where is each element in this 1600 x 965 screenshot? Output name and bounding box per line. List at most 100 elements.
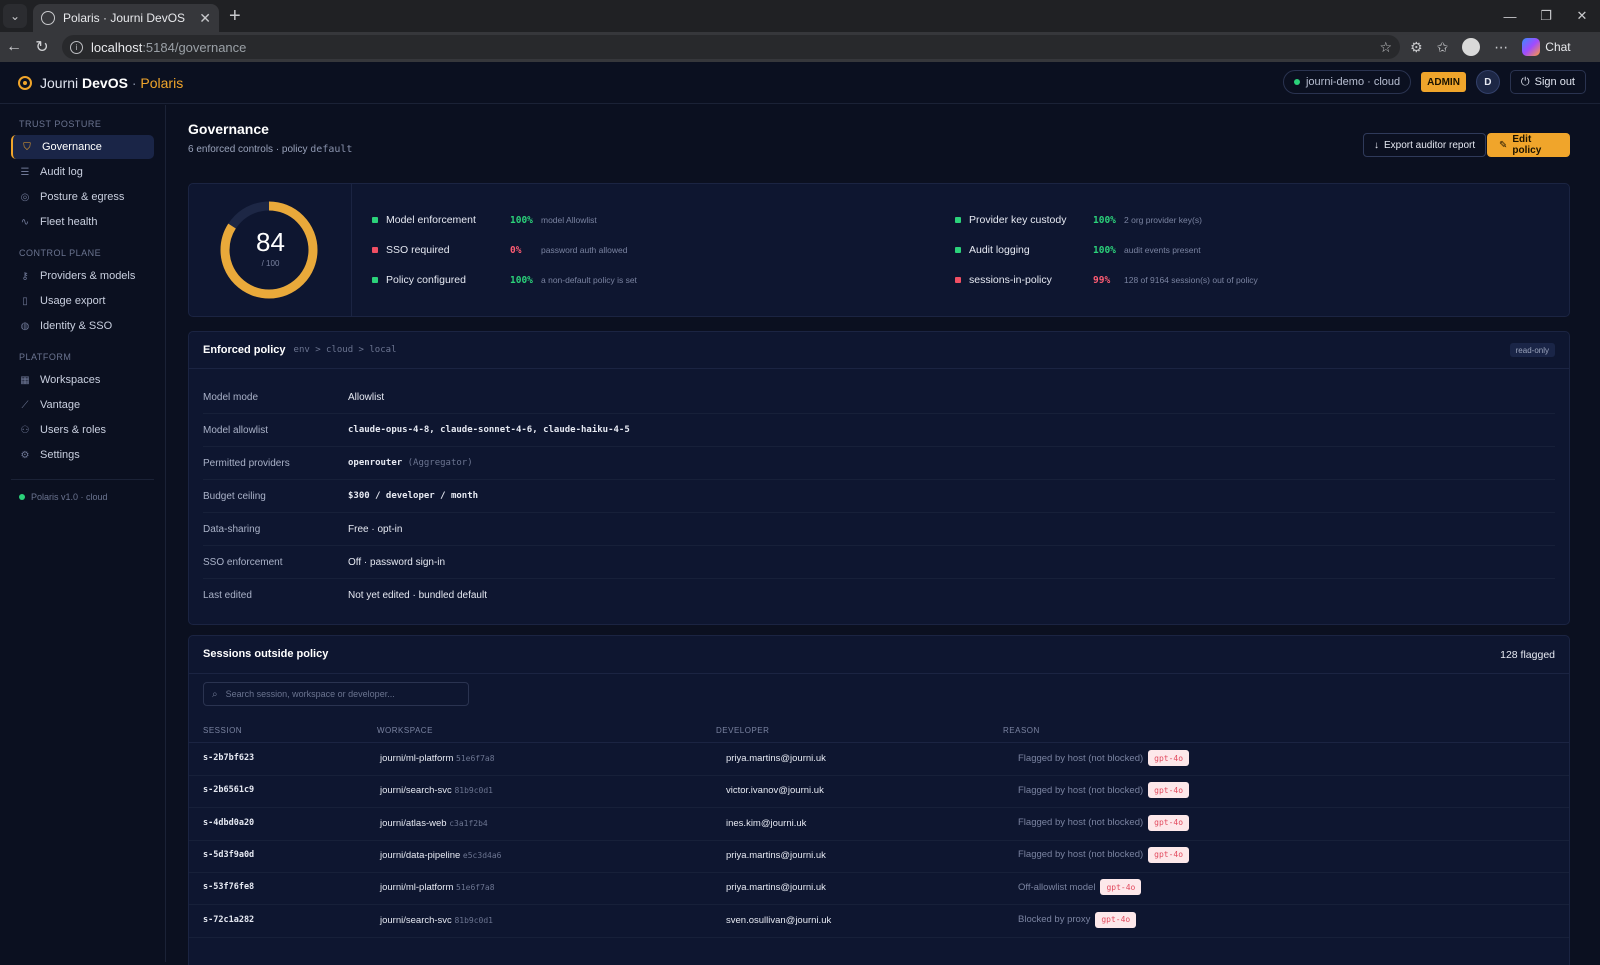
developer-email: priya.martins@journi.uk [726, 882, 826, 894]
workspace-hash: 51e6f7a8 [456, 883, 495, 893]
reason-cell: Flagged by host (not blocked) gpt-4o [1018, 846, 1190, 863]
status-square [372, 217, 378, 223]
reason-text: Flagged by host (not blocked) [1018, 849, 1144, 861]
chat-label: Chat [1545, 40, 1571, 54]
sidebar-item-identity-sso[interactable]: ◍ Identity & SSO [11, 314, 154, 338]
control-sessions-in-policy: sessions-in-policy 99% 128 of 9164 session… [955, 270, 1258, 290]
control-note: 2 org provider key(s) [1124, 215, 1202, 225]
sidebar-item-providers-models[interactable]: ⚷ Providers & models [11, 264, 154, 288]
new-tab-icon[interactable]: + [229, 5, 241, 28]
read-only-badge: read-only [1509, 343, 1555, 357]
reason-cell: Flagged by host (not blocked) gpt-4o [1018, 750, 1190, 766]
workspace-cell: journi/atlas-web c3a1f2b4 [380, 818, 488, 829]
policy-key: SSO enforcement [203, 556, 283, 568]
version-label: Polaris v1.0 · cloud [31, 492, 108, 502]
session-search[interactable]: ⌕ [203, 682, 469, 706]
reason-cell: Blocked by proxy gpt-4o [1018, 911, 1137, 928]
column-header-reason[interactable]: REASON [1003, 726, 1040, 735]
model-badge: gpt-4o [1148, 846, 1190, 863]
control-label: Model enforcement [386, 214, 476, 226]
tab-title: Polaris · Journi DevOS [63, 11, 186, 25]
reason-text: Blocked by proxy [1018, 914, 1091, 925]
policy-value: claude-opus-4-8, claude-sonnet-4-6, clau… [348, 425, 630, 435]
sidebar-item-usage-export[interactable]: ▯ Usage export [11, 289, 154, 313]
developer-email: ines.kim@journi.uk [726, 817, 807, 829]
sidebar-item-label: Governance [42, 141, 102, 153]
provider-type: (Aggregator) [407, 458, 473, 468]
sign-out-label: Sign out [1534, 76, 1575, 88]
sessions-title: Sessions outside policy [203, 648, 329, 660]
restore-icon[interactable]: ❐ [1528, 0, 1564, 32]
user-avatar[interactable]: D [1475, 70, 1500, 94]
workspace-name: journi/atlas-web [380, 817, 447, 829]
control-note: a non-default policy is set [541, 275, 637, 285]
policy-value: Free · opt-in [348, 524, 402, 535]
minimize-icon[interactable]: — [1492, 0, 1528, 32]
chat-button[interactable]: Chat [1522, 38, 1571, 56]
app-topbar: Journi DevOS · Polaris journi-demo · clo… [0, 62, 1600, 104]
developer-email: priya.martins@journi.uk [726, 753, 826, 764]
sidebar-item-workspaces[interactable]: ▦ Workspaces [11, 368, 154, 392]
url-field[interactable]: i localhost:5184/governance ☆ [62, 35, 1400, 59]
edit-policy-button[interactable]: ✎ Edit policy [1487, 133, 1570, 157]
profile-avatar[interactable] [1462, 38, 1481, 56]
control-percent: 100% [1093, 214, 1116, 226]
favorites-icon[interactable]: ✩ [1437, 39, 1449, 56]
window-close-icon[interactable]: ✕ [1564, 0, 1600, 32]
sidebar-section-title: TRUST POSTURE [19, 119, 102, 129]
table-row[interactable]: s-53f76fe8 journi/ml-platform 51e6f7a8 pri… [189, 872, 1569, 906]
policy-value: openrouter (Aggregator) [348, 458, 473, 468]
shield-icon: ⛉ [23, 141, 31, 153]
session-id[interactable]: s-4dbd0a20 [203, 818, 254, 828]
extensions-icon[interactable]: ⚙ [1410, 39, 1423, 56]
table-row[interactable]: s-2b6561c9 journi/search-svc 81b9c0d1 vict… [189, 775, 1569, 809]
sidebar-item-settings[interactable]: ⚙ Settings [11, 443, 154, 467]
more-menu-icon[interactable]: ⋯ [1494, 39, 1508, 56]
export-auditor-report-button[interactable]: ↓ Export auditor report [1363, 133, 1487, 157]
site-info-icon[interactable]: i [70, 40, 83, 54]
policy-value-text: Allowlist [348, 391, 385, 403]
browser-tab[interactable]: Polaris · Journi DevOS ✕ [33, 4, 219, 32]
page-title: Governance [188, 121, 269, 137]
sidebar-item-vantage[interactable]: ⟋ Vantage [11, 393, 154, 417]
session-id[interactable]: s-2b7bf623 [203, 753, 254, 763]
policy-key: Data-sharing [203, 523, 261, 535]
tab-list-chevron-icon[interactable]: ⌄ [3, 4, 27, 28]
control-provider-key-custody: Provider key custody 100% 2 org provider k… [955, 210, 1202, 230]
session-search-input[interactable] [225, 689, 446, 699]
table-row[interactable]: s-4dbd0a20 journi/atlas-web c3a1f2b4 ines.… [189, 808, 1569, 841]
sidebar-item-audit-log[interactable]: ☰ Audit log [11, 160, 154, 184]
workspace-hash: c3a1f2b4 [449, 818, 488, 828]
close-tab-icon[interactable]: ✕ [199, 10, 211, 27]
column-header-workspace[interactable]: WORKSPACE [377, 726, 433, 735]
session-id[interactable]: s-2b6561c9 [203, 785, 254, 795]
column-header-developer[interactable]: DEVELOPER [716, 726, 769, 735]
subtitle-text: 6 enforced controls · policy [188, 144, 311, 155]
table-row[interactable]: s-2b7bf623 journi/ml-platform 51e6f7a8 pri… [189, 743, 1569, 776]
sidebar-item-users-roles[interactable]: ⚇ Users & roles [11, 418, 154, 442]
brand-prefix: Journi [40, 74, 79, 91]
reload-icon[interactable]: ↻ [28, 33, 56, 61]
policy-value-text: Not yet edited · bundled default [348, 590, 487, 601]
divider [189, 673, 1569, 674]
session-id[interactable]: s-72c1a282 [203, 915, 254, 925]
table-row[interactable]: s-72c1a282 journi/search-svc 81b9c0d1 sven… [189, 905, 1569, 938]
key-icon: ⚷ [21, 270, 29, 282]
table-row[interactable]: s-5d3f9a0d journi/data-pipeline e5c3d4a6 p… [189, 840, 1569, 873]
policy-value: Allowlist [348, 392, 384, 403]
workspace-name: journi/ml-platform [380, 753, 454, 764]
session-id[interactable]: s-53f76fe8 [203, 882, 254, 892]
sidebar-item-posture-egress[interactable]: ◎ Posture & egress [11, 185, 154, 209]
grid-icon: ▦ [20, 374, 30, 386]
sign-out-button[interactable]: ⏻ Sign out [1509, 70, 1586, 94]
sidebar-item-fleet-health[interactable]: ∿ Fleet health [11, 210, 154, 234]
sidebar-item-label: Usage export [40, 295, 106, 307]
environment-pill[interactable]: journi-demo · cloud [1282, 70, 1412, 94]
bookmark-star-icon[interactable]: ☆ [1379, 39, 1392, 56]
session-id[interactable]: s-5d3f9a0d [203, 850, 254, 860]
brand[interactable]: Journi DevOS · Polaris [40, 75, 183, 91]
sidebar-item-governance[interactable]: ⛉ Governance [11, 135, 154, 159]
back-icon[interactable]: ← [0, 33, 28, 61]
column-header-session[interactable]: SESSION [203, 726, 242, 735]
control-label: Audit logging [969, 244, 1030, 256]
